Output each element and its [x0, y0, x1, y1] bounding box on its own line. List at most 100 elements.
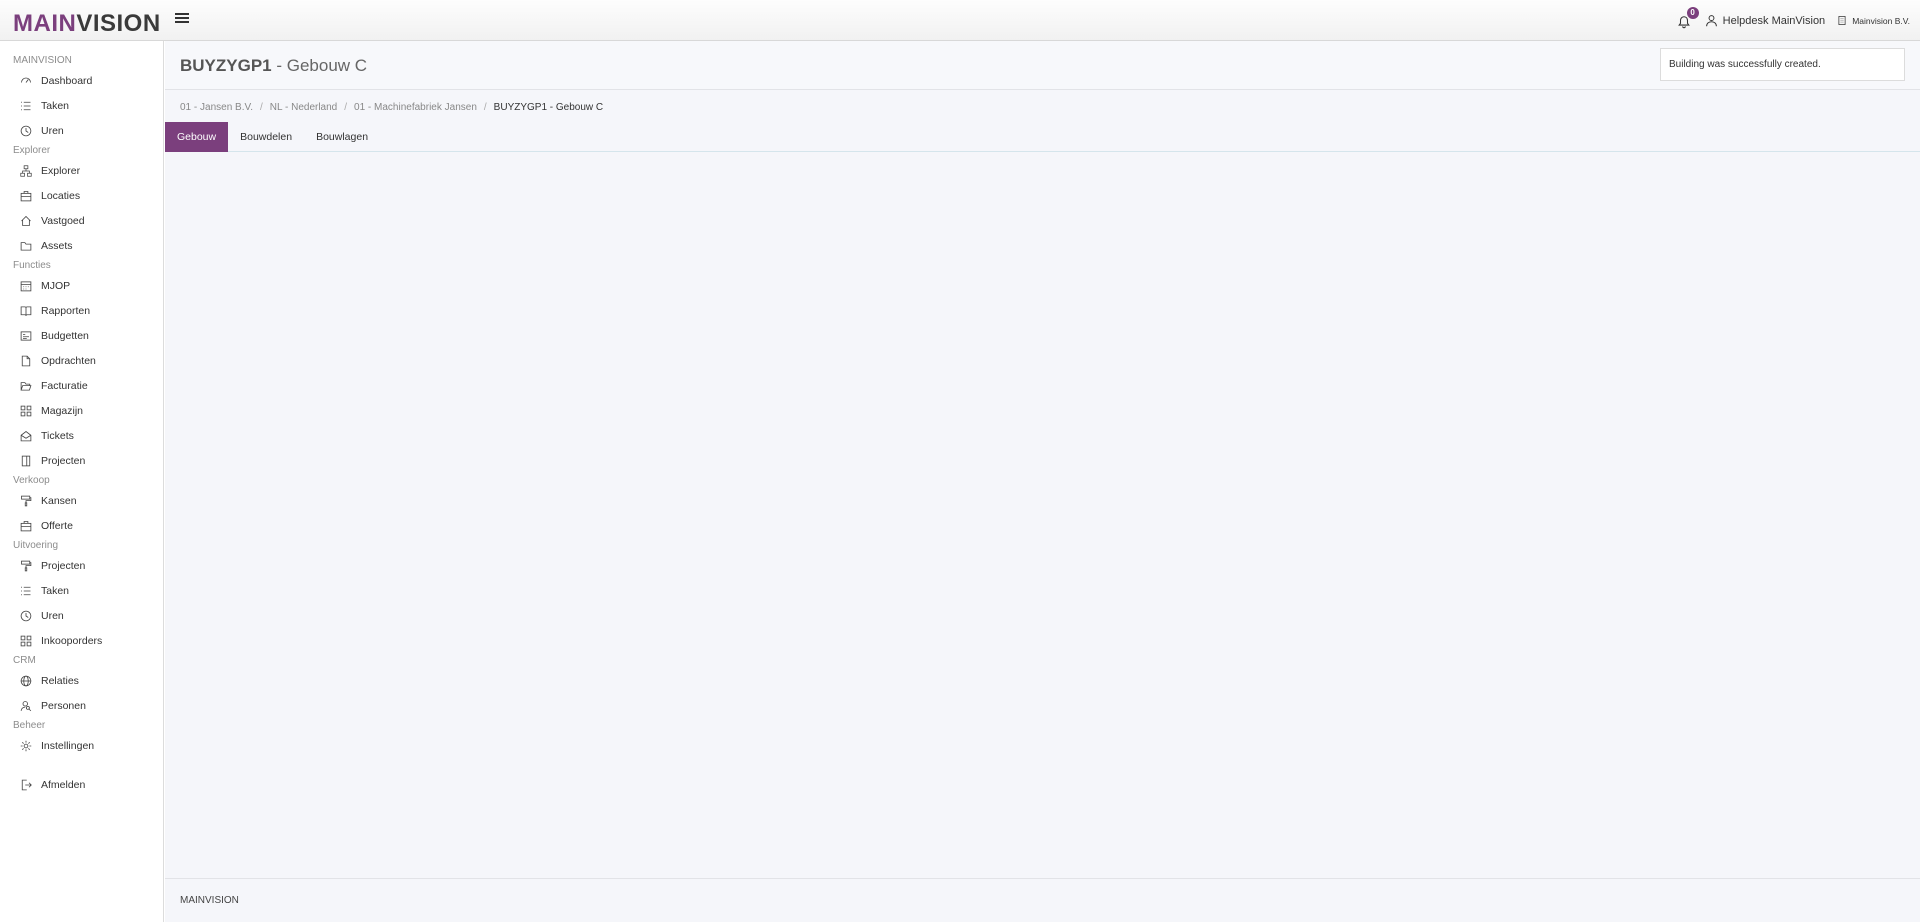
breadcrumb-item[interactable]: 01 - Jansen B.V.: [180, 102, 253, 113]
breadcrumb-separator: /: [260, 101, 263, 113]
sidebar-item-label: Tickets: [41, 430, 74, 442]
sidebar-item-label: Budgetten: [41, 330, 89, 342]
sidebar-item-taken[interactable]: Taken: [20, 96, 160, 116]
paint-roller-icon: [21, 560, 32, 572]
sidebar-item-label: Personen: [41, 700, 86, 712]
building-name: - Gebouw C: [271, 56, 368, 75]
sidebar-item-tickets[interactable]: Tickets: [20, 426, 160, 446]
sidebar-item-personen[interactable]: Personen: [20, 696, 160, 716]
tab-bar: Gebouw Bouwdelen Bouwlagen: [165, 122, 1920, 152]
sidebar-section-title: Functies: [13, 260, 51, 271]
clock-icon: [20, 125, 32, 137]
sidebar-section-title: Explorer: [13, 145, 51, 156]
user-name: Helpdesk MainVision: [1722, 14, 1826, 27]
tab-gebouw[interactable]: Gebouw: [165, 122, 229, 152]
building-icon: [1838, 16, 1846, 25]
sidebar-item-label: Offerte: [41, 520, 73, 532]
sidebar-item-vastgoed[interactable]: Vastgoed: [20, 211, 160, 231]
folder-open-icon: [20, 382, 32, 391]
tab-bouwdelen[interactable]: Bouwdelen: [228, 122, 304, 152]
wallet-icon: [20, 331, 32, 341]
notifications-button[interactable]: 0: [1677, 6, 1699, 29]
toast-message: Building was successfully created.: [1669, 59, 1821, 70]
sidebar-item-opdrachten[interactable]: Opdrachten: [20, 351, 160, 371]
sidebar-item-locaties[interactable]: Locaties: [20, 186, 160, 206]
tab-bouwlagen[interactable]: Bouwlagen: [304, 122, 380, 152]
door-icon: [21, 455, 31, 467]
sidebar-section-title: Verkoop: [13, 475, 50, 486]
breadcrumb-item[interactable]: NL - Nederland: [270, 102, 337, 113]
sidebar-item-label: Relaties: [41, 675, 79, 687]
page-title: BUYZYGP1 - Gebouw C: [180, 56, 367, 76]
sidebar-item-mjop[interactable]: MJOP: [20, 276, 160, 296]
dashboard-icon: [21, 77, 31, 83]
header-actions: 0 Helpdesk MainVision Mainvision B.V.: [1677, 0, 1910, 41]
sidebar-item-explorer[interactable]: Explorer: [20, 161, 160, 181]
sidebar-item-label: Facturatie: [41, 380, 88, 392]
sidebar-item-projecten[interactable]: Projecten: [20, 451, 160, 471]
sidebar-item-instellingen[interactable]: Instellingen: [20, 736, 160, 756]
sidebar-section-title: MAINVISION: [13, 55, 72, 66]
envelope-open-icon: [20, 430, 32, 442]
calendar-icon: [20, 281, 32, 292]
sidebar-item-facturatie[interactable]: Facturatie: [20, 376, 160, 396]
sidebar-item-kansen[interactable]: Kansen: [20, 491, 160, 511]
sidebar-item-label: Uren: [41, 610, 64, 622]
book-icon: [20, 306, 32, 316]
hamburger-menu-icon[interactable]: [175, 13, 189, 27]
breadcrumb-separator: /: [344, 101, 348, 113]
sidebar-item-budgetten[interactable]: Budgetten: [20, 326, 160, 346]
logo-text-main: MAIN: [13, 10, 77, 37]
sidebar-item-taken[interactable]: Taken: [20, 581, 160, 601]
main-content: BUYZYGP1 - Gebouw C Building was success…: [165, 41, 1920, 922]
grid-icon: [20, 635, 32, 647]
briefcase-icon: [20, 521, 32, 532]
sidebar-item-label: Assets: [41, 240, 73, 252]
sidebar-item-offerte[interactable]: Offerte: [20, 516, 160, 536]
sidebar-item-label: Locaties: [41, 190, 81, 202]
sidebar: MAINVISION Dashboard Taken Uren Explorer Expl…: [0, 41, 164, 922]
breadcrumb: 01 - Jansen B.V. / NL - Nederland / 01 -…: [180, 97, 603, 117]
user-search-icon: [20, 701, 32, 712]
breadcrumb-current: BUYZYGP1 - Gebouw C: [493, 101, 604, 113]
logo[interactable]: MAINVISION: [13, 11, 161, 37]
sidebar-item-label: Dashboard: [41, 75, 93, 87]
sidebar-item-label: Vastgoed: [41, 215, 85, 227]
sidebar-item-label: Uren: [41, 125, 64, 137]
sidebar-item-dashboard[interactable]: Dashboard: [20, 71, 160, 91]
clock-icon: [20, 610, 32, 622]
list-icon: [21, 101, 31, 111]
company-switcher[interactable]: Mainvision B.V.: [1837, 15, 1910, 26]
sidebar-item-label: Inkooporders: [41, 635, 103, 647]
sidebar-section-title: CRM: [13, 655, 36, 666]
sidebar-item-relaties[interactable]: Relaties: [20, 671, 160, 691]
sidebar-item-label: Taken: [41, 100, 70, 112]
success-toast: Building was successfully created.: [1660, 48, 1905, 81]
list-icon: [21, 586, 31, 596]
home-icon: [21, 215, 31, 226]
sidebar-item-projecten[interactable]: Projecten: [20, 556, 160, 576]
sidebar-item-label: Instellingen: [41, 740, 95, 752]
company-name: Mainvision B.V.: [1852, 15, 1910, 26]
logo-text-vision: VISION: [76, 10, 161, 37]
sidebar-item-uren[interactable]: Uren: [20, 606, 160, 626]
sidebar-item-magazijn[interactable]: Magazijn: [20, 401, 160, 421]
sidebar-item-label: Projecten: [41, 455, 86, 467]
sidebar-item-label: Rapporten: [41, 305, 91, 317]
user-menu[interactable]: Helpdesk MainVision: [1705, 14, 1826, 27]
logout-button[interactable]: Afmelden: [20, 775, 160, 795]
sitemap-icon: [20, 165, 32, 177]
breadcrumb-separator: /: [483, 101, 487, 113]
logout-label: Afmelden: [41, 779, 86, 791]
sidebar-item-uren[interactable]: Uren: [20, 121, 160, 141]
sidebar-item-rapporten[interactable]: Rapporten: [20, 301, 160, 321]
sidebar-item-label: Explorer: [41, 165, 81, 177]
breadcrumb-item[interactable]: 01 - Machinefabriek Jansen: [354, 102, 477, 113]
sidebar-item-inkooporders[interactable]: Inkooporders: [20, 631, 160, 651]
sidebar-item-label: MJOP: [41, 280, 71, 292]
sidebar-item-assets[interactable]: Assets: [20, 236, 160, 256]
user-icon: [1705, 15, 1717, 27]
sidebar-item-label: Opdrachten: [41, 355, 96, 367]
sidebar-item-label: Magazijn: [41, 405, 84, 417]
building-code: BUYZYGP1: [180, 56, 272, 75]
